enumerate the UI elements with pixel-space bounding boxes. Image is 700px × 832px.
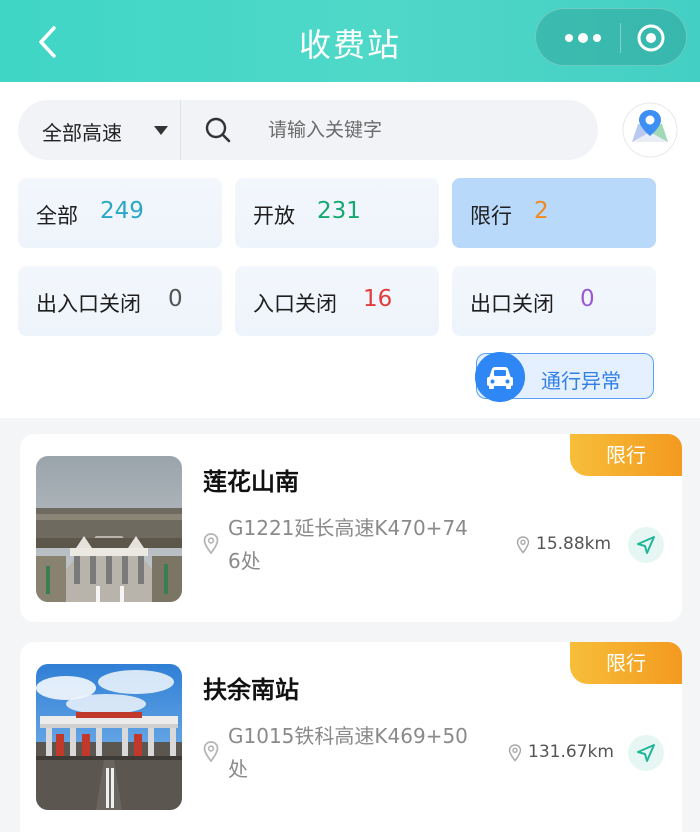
station-photo — [36, 664, 182, 810]
stat-count: 0 — [580, 286, 595, 312]
stat-open[interactable]: 开放 231 — [235, 178, 439, 248]
stat-label: 全部 — [36, 204, 78, 228]
search-input[interactable] — [268, 114, 578, 146]
station-address-line: G1015铁科高速K469+50 — [228, 724, 468, 748]
station-distance: 15.88km — [536, 534, 612, 554]
search-divider — [180, 100, 181, 160]
station-address-line: 处 — [228, 757, 248, 781]
stat-count: 0 — [168, 286, 183, 312]
station-name: 莲花山南 — [203, 468, 299, 496]
car-icon — [475, 352, 525, 402]
stat-entry-closed[interactable]: 入口关闭 16 — [235, 266, 439, 336]
status-badge: 限行 — [570, 434, 682, 476]
target-circle-icon[interactable] — [636, 23, 666, 53]
map-location-icon[interactable] — [622, 102, 678, 158]
stat-count: 231 — [317, 198, 361, 224]
station-card[interactable]: 限行 莲花山南 G1221延长高速K470+74 6处 15.88km — [20, 434, 682, 622]
stat-all[interactable]: 全部 249 — [18, 178, 222, 248]
stat-label: 出口关闭 — [470, 292, 554, 316]
station-name: 扶余南站 — [203, 676, 299, 704]
stat-label: 入口关闭 — [253, 292, 337, 316]
abnormal-traffic-button[interactable]: 通行异常 — [475, 352, 654, 402]
stat-both-closed[interactable]: 出入口关闭 0 — [18, 266, 222, 336]
stat-label: 限行 — [470, 204, 512, 228]
stat-restricted[interactable]: 限行 2 — [452, 178, 656, 248]
location-pin-icon — [508, 744, 522, 762]
stat-count: 249 — [100, 198, 144, 224]
chevron-down-icon[interactable] — [154, 126, 168, 135]
location-pin-icon — [203, 533, 219, 555]
stat-count: 2 — [534, 198, 549, 224]
station-address: G1015铁科高速K469+50 处 — [228, 720, 498, 786]
station-address: G1221延长高速K470+74 6处 — [228, 512, 498, 578]
location-pin-icon — [516, 536, 530, 554]
mini-program-capsule — [535, 8, 687, 66]
station-photo — [36, 456, 182, 602]
station-address-line: G1221延长高速K470+74 — [228, 516, 468, 540]
stat-label: 出入口关闭 — [36, 292, 141, 316]
station-card[interactable]: 限行 扶余南站 G1015铁科高速K469+50 处 131.67km — [20, 642, 682, 832]
station-address-line: 6处 — [228, 549, 261, 573]
location-pin-icon — [203, 741, 219, 763]
capsule-divider — [620, 23, 621, 53]
search-bar: 全部高速 — [18, 100, 598, 160]
abnormal-traffic-label: 通行异常 — [541, 369, 621, 393]
navigation-arrow-icon[interactable] — [628, 527, 664, 563]
station-distance: 131.67km — [528, 742, 614, 762]
stat-exit-closed[interactable]: 出口关闭 0 — [452, 266, 656, 336]
stat-count: 16 — [363, 286, 393, 312]
more-dots-icon[interactable] — [558, 26, 608, 50]
navigation-arrow-icon[interactable] — [628, 735, 664, 771]
road-filter-dropdown[interactable]: 全部高速 — [42, 117, 122, 146]
header-bar: 收费站 — [0, 0, 700, 82]
search-icon — [205, 117, 231, 143]
status-badge: 限行 — [570, 642, 682, 684]
stat-label: 开放 — [253, 204, 295, 228]
